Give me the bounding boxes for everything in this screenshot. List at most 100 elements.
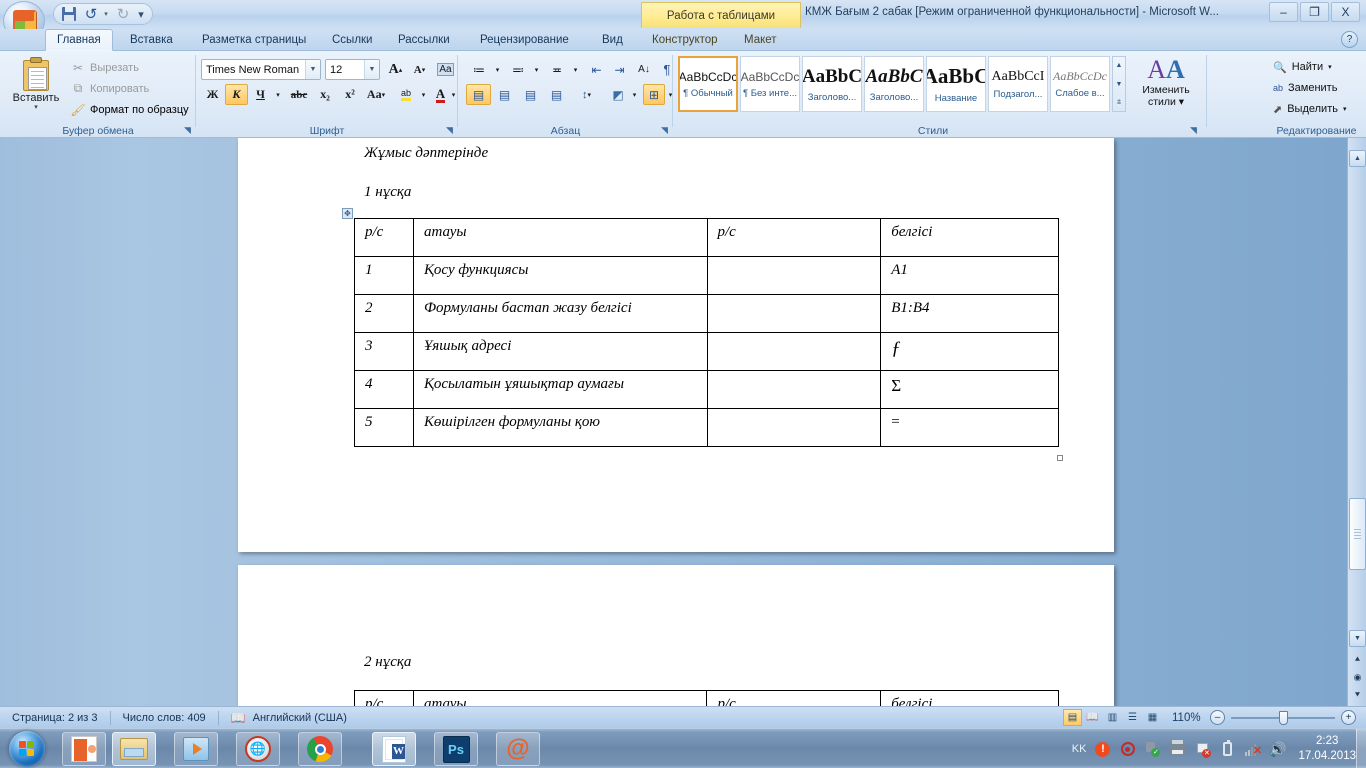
undo-button[interactable]: ↺: [80, 5, 102, 23]
zoom-level[interactable]: 110%: [1172, 712, 1204, 724]
style-subtitle[interactable]: AaBbCcI Подзагол...: [988, 56, 1048, 112]
table-resize-handle[interactable]: [1057, 455, 1063, 461]
cell-r1c3[interactable]: A1: [880, 256, 1059, 295]
action-center-icon[interactable]: !: [1094, 741, 1111, 758]
select-browse-object-button[interactable]: ◉: [1351, 671, 1364, 684]
cell-header-0[interactable]: р/с: [354, 218, 414, 257]
tab-mailings[interactable]: Рассылки: [387, 29, 461, 51]
cell-r3c0[interactable]: 3: [354, 332, 414, 371]
table-header-row[interactable]: р/с атауы р/с белгісі: [354, 218, 1059, 257]
page2-table[interactable]: р/с атауы р/с белгісі: [354, 690, 1059, 706]
underline-dropdown[interactable]: ▾: [272, 84, 284, 105]
select-button[interactable]: ⬈ Выделить ▾: [1273, 99, 1346, 119]
scrollbar-thumb[interactable]: [1349, 498, 1366, 570]
bullets-dropdown[interactable]: ▾: [492, 59, 503, 80]
replace-button[interactable]: ab Заменить: [1273, 78, 1337, 98]
table-row[interactable]: 2 Формуланы бастап жазу белгісі B1:B4: [354, 294, 1059, 333]
chevron-down-icon[interactable]: ▼: [305, 60, 320, 79]
align-right-button[interactable]: ▤: [518, 84, 543, 105]
table-row[interactable]: 1 Қосу функциясы A1: [354, 256, 1059, 295]
document-page-1[interactable]: Жұмыс дәптерінде 1 нұсқа ✥ р/с атауы р/с…: [238, 138, 1114, 552]
text-highlight-button[interactable]: ab: [394, 84, 418, 105]
taskbar-chrome[interactable]: [298, 732, 342, 766]
flag-icon[interactable]: ✕: [1194, 741, 1212, 758]
strikethrough-button[interactable]: abc: [286, 84, 312, 105]
tab-design[interactable]: Конструктор: [641, 29, 729, 51]
table-move-handle[interactable]: ✥: [342, 208, 353, 219]
highlight-dropdown[interactable]: ▾: [418, 84, 429, 105]
shading-button[interactable]: ◩: [606, 84, 630, 105]
table-row[interactable]: 3 Ұяшық адресі ƒ: [354, 332, 1059, 371]
cell-r3c2[interactable]: [706, 332, 882, 371]
tab-layout[interactable]: Макет: [733, 29, 788, 51]
clear-formatting-button[interactable]: Aa: [434, 59, 457, 80]
document-canvas[interactable]: Жұмыс дәптерінде 1 нұсқа ✥ р/с атауы р/с…: [0, 138, 1347, 706]
restore-button[interactable]: ❐: [1300, 2, 1329, 22]
paste-button[interactable]: Вставить ▾: [8, 55, 64, 117]
view-draft[interactable]: ▦: [1143, 709, 1162, 726]
multilevel-list-button[interactable]: ≖: [544, 59, 570, 80]
taskbar-media-player[interactable]: [174, 732, 218, 766]
taskbar-browser[interactable]: 🌐: [236, 732, 280, 766]
style-heading-2[interactable]: AaBbC Заголово...: [864, 56, 924, 112]
style-normal[interactable]: AaBbCcDc ¶ Обычный: [678, 56, 738, 112]
numbering-dropdown[interactable]: ▾: [531, 59, 542, 80]
view-print-layout[interactable]: ▤: [1063, 709, 1082, 726]
align-center-button[interactable]: ▤: [492, 84, 517, 105]
line-spacing-button[interactable]: ↕ ▾: [574, 84, 599, 105]
target-icon[interactable]: [1119, 741, 1136, 758]
table-header-row[interactable]: р/с атауы р/с белгісі: [354, 690, 1059, 706]
cell-r1c1[interactable]: Қосу функциясы: [412, 256, 708, 295]
cell-r4c2[interactable]: [706, 370, 882, 409]
cell-header-1[interactable]: атауы: [412, 218, 708, 257]
cell-r5c3[interactable]: =: [880, 408, 1059, 447]
undo-dropdown[interactable]: ▾: [102, 5, 112, 23]
italic-button[interactable]: К: [225, 84, 248, 105]
bullets-button[interactable]: ≔: [466, 59, 492, 80]
cell-r3c3[interactable]: ƒ: [880, 332, 1059, 371]
page1-table[interactable]: р/с атауы р/с белгісі 1 Қосу функциясы A…: [354, 218, 1059, 447]
style-subtle-emphasis[interactable]: AaBbCcDc Слабое в...: [1050, 56, 1110, 112]
p2-cell-header-3[interactable]: белгісі: [880, 690, 1059, 706]
tab-insert[interactable]: Вставка: [119, 29, 184, 51]
view-web-layout[interactable]: ▥: [1103, 709, 1122, 726]
tab-home[interactable]: Главная: [45, 29, 113, 51]
paragraph-dialog-launcher[interactable]: ◥: [659, 125, 670, 136]
borders-button[interactable]: ⊞: [643, 84, 665, 105]
next-page-button[interactable]: ⯆: [1351, 689, 1364, 702]
scroll-up-icon[interactable]: ▲: [1116, 57, 1123, 74]
font-dialog-launcher[interactable]: ◥: [444, 125, 455, 136]
minimize-button[interactable]: –: [1269, 2, 1298, 22]
justify-button[interactable]: ▤: [544, 84, 569, 105]
view-full-screen-reading[interactable]: 📖: [1083, 709, 1102, 726]
tab-view[interactable]: Вид: [591, 29, 634, 51]
scroll-down-icon[interactable]: ▼: [1116, 76, 1123, 93]
status-language[interactable]: 📖 Английский (США): [219, 707, 359, 728]
volume-icon[interactable]: 🔊: [1269, 741, 1286, 758]
cut-button[interactable]: ✂ Вырезать: [70, 58, 139, 77]
more-styles-icon[interactable]: ⩲: [1117, 94, 1121, 111]
taskbar-mail[interactable]: @: [496, 732, 540, 766]
cell-r4c0[interactable]: 4: [354, 370, 414, 409]
find-button[interactable]: 🔍 Найти ▾: [1273, 57, 1332, 77]
grow-font-button[interactable]: A ▴: [384, 59, 407, 80]
decrease-indent-button[interactable]: ⇤: [585, 59, 608, 80]
cell-r5c1[interactable]: Көшірілген формуланы қою: [412, 408, 708, 447]
superscript-button[interactable]: x²: [338, 84, 362, 105]
zoom-slider[interactable]: [1231, 710, 1335, 725]
styles-gallery-scroll[interactable]: ▲ ▼ ⩲: [1112, 56, 1126, 112]
styles-dialog-launcher[interactable]: ◥: [1188, 125, 1199, 136]
taskbar-powerpoint[interactable]: [62, 732, 106, 766]
status-word-count[interactable]: Число слов: 409: [111, 707, 218, 728]
tab-review[interactable]: Рецензирование: [469, 29, 580, 51]
style-no-spacing[interactable]: AaBbCcDc ¶ Без инте...: [740, 56, 800, 112]
align-left-button[interactable]: ▤: [466, 84, 491, 105]
style-heading-1[interactable]: AaBbC Заголово...: [802, 56, 862, 112]
table-row[interactable]: 5 Көшірілген формуланы қою =: [354, 408, 1059, 447]
security-shield-icon[interactable]: ✓: [1144, 741, 1161, 758]
shading-dropdown[interactable]: ▾: [629, 84, 640, 105]
tab-references[interactable]: Ссылки: [321, 29, 384, 51]
cell-r2c3[interactable]: B1:B4: [880, 294, 1059, 333]
cell-r5c0[interactable]: 5: [354, 408, 414, 447]
p2-cell-header-0[interactable]: р/с: [354, 690, 414, 706]
